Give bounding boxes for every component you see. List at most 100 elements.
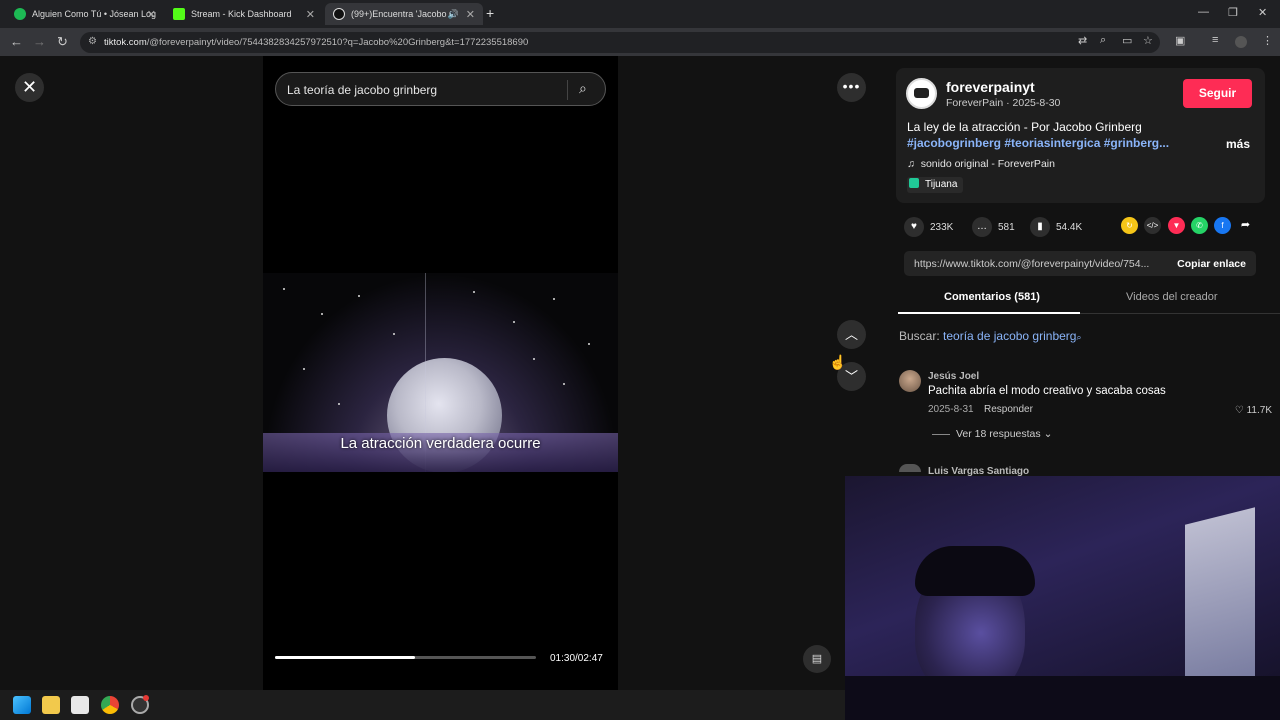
- back-icon[interactable]: ←: [10, 34, 23, 49]
- video-timecode: 01:30/02:47: [550, 653, 603, 664]
- share-link-url[interactable]: https://www.tiktok.com/@foreverpainyt/vi…: [914, 258, 1149, 270]
- star: [553, 298, 555, 300]
- tab-label: (99+)Encuentra 'Jacobo Gri: [351, 9, 451, 19]
- comment-avatar[interactable]: [899, 370, 921, 392]
- search-suggestion[interactable]: Buscar: teoría de jacobo grinberg⌕: [899, 329, 1082, 343]
- star: [321, 313, 323, 315]
- comment-author[interactable]: Jesús Joel: [928, 371, 979, 382]
- video-progress-bar[interactable]: [275, 656, 536, 659]
- tab-comments[interactable]: Comentarios (581): [944, 291, 1040, 303]
- browser-tab-bar: Alguien Como Tú • Jósean Log ✕ Stream - …: [0, 0, 1280, 28]
- close-tab-icon[interactable]: ✕: [147, 8, 156, 21]
- menu-icon[interactable]: ⋮: [1262, 34, 1273, 47]
- video-frame: La atracción verdadera ocurre: [263, 273, 618, 472]
- address-bar[interactable]: ⚙ tiktok.com/@foreverpainyt/video/754438…: [80, 32, 1160, 53]
- bookmark-star-icon[interactable]: ☆: [1143, 34, 1153, 47]
- expand-description-button[interactable]: más: [1226, 137, 1250, 151]
- search-bar[interactable]: La teoría de jacobo grinberg ⌕: [275, 72, 606, 106]
- browser-tab-kick[interactable]: Stream - Kick Dashboard ✕: [165, 3, 323, 25]
- close-tab-icon[interactable]: ✕: [306, 8, 315, 21]
- playlist-icon[interactable]: ≡: [1212, 34, 1218, 46]
- search-input[interactable]: La teoría de jacobo grinberg: [287, 83, 437, 97]
- search-suggestion-term[interactable]: teoría de jacobo grinberg: [943, 329, 1076, 343]
- music-note-icon: ♫: [907, 158, 915, 170]
- star: [473, 291, 475, 293]
- search-icon[interactable]: ⌕: [579, 80, 587, 97]
- search-divider: [567, 80, 568, 100]
- view-replies-label: Ver 18 respuestas: [956, 428, 1041, 440]
- floating-player-icon[interactable]: ▤: [803, 645, 831, 673]
- star: [393, 333, 395, 335]
- chevron-down-icon: ⌄: [1043, 428, 1053, 440]
- browser-tab-spotify[interactable]: Alguien Como Tú • Jósean Log ✕: [6, 3, 164, 25]
- chrome-icon[interactable]: [101, 696, 119, 714]
- search-suggestion-prefix: Buscar:: [899, 329, 940, 343]
- follow-button[interactable]: Seguir: [1183, 79, 1252, 108]
- app-icon[interactable]: [71, 696, 89, 714]
- previous-video-button[interactable]: ︿: [837, 320, 866, 349]
- translate-icon[interactable]: ⇄: [1078, 34, 1087, 47]
- creator-avatar[interactable]: [906, 78, 937, 109]
- copy-link-button[interactable]: Copiar enlace: [1177, 258, 1246, 270]
- zoom-icon[interactable]: ⌕: [1100, 34, 1106, 47]
- browser-toolbar: ← → ↻ ⚙ tiktok.com/@foreverpainyt/video/…: [0, 28, 1280, 56]
- new-tab-button[interactable]: +: [486, 5, 494, 21]
- reload-icon[interactable]: ↻: [57, 34, 68, 50]
- star: [358, 295, 360, 297]
- star: [283, 288, 285, 290]
- creator-username[interactable]: foreverpainyt: [946, 79, 1035, 95]
- embed-icon[interactable]: </>: [1144, 217, 1161, 234]
- send-to-friends-icon[interactable]: ▼: [1168, 217, 1185, 234]
- comment-count: 581: [998, 221, 1015, 233]
- profile-avatar[interactable]: [1235, 36, 1247, 48]
- url-path: /@foreverpainyt/video/754438283425797251…: [146, 37, 529, 48]
- creator-meta: ForeverPain · 2025-8-30: [946, 97, 1061, 109]
- tab-creator-videos[interactable]: Videos del creador: [1126, 291, 1218, 303]
- comment-avatar[interactable]: [899, 464, 921, 472]
- post-sound[interactable]: ♫ sonido original - ForeverPain: [907, 158, 1055, 170]
- windows-start-icon[interactable]: [13, 696, 31, 714]
- whatsapp-icon[interactable]: ✆: [1191, 217, 1208, 234]
- star: [338, 403, 340, 405]
- extensions-icon[interactable]: ▣: [1175, 34, 1185, 47]
- close-window-button[interactable]: ✕: [1258, 6, 1267, 19]
- screen: Alguien Como Tú • Jósean Log ✕ Stream - …: [0, 0, 1280, 720]
- share-link-box: https://www.tiktok.com/@foreverpainyt/vi…: [904, 251, 1256, 276]
- share-arrow-icon[interactable]: ➦: [1237, 217, 1254, 234]
- like-count: 233K: [930, 221, 954, 233]
- tiktok-icon: [333, 8, 345, 20]
- save-button[interactable]: ▮ 54.4K: [1030, 217, 1082, 237]
- forward-icon[interactable]: →: [33, 34, 46, 49]
- comment-button[interactable]: … 581: [972, 217, 1015, 237]
- comment-like-button[interactable]: ♡ 11.7K: [1235, 405, 1272, 416]
- cast-icon[interactable]: ▭: [1122, 34, 1132, 47]
- close-video-button[interactable]: ✕: [15, 73, 44, 102]
- speaker-icon[interactable]: 🔊: [448, 9, 459, 20]
- comment-icon: …: [972, 217, 992, 237]
- url-host: tiktok.com: [104, 37, 147, 48]
- location-label: Tijuana: [925, 179, 958, 190]
- view-replies-button[interactable]: Ver 18 respuestas ⌄: [932, 428, 1052, 440]
- star: [588, 343, 590, 345]
- location-tag[interactable]: Tijuana: [907, 177, 964, 193]
- notification-badge: [143, 695, 149, 701]
- save-count: 54.4K: [1056, 221, 1083, 233]
- close-tab-icon[interactable]: ✕: [466, 8, 475, 21]
- post-hashtags[interactable]: #jacobogrinberg #teoriasintergica #grinb…: [907, 136, 1169, 150]
- sound-label: sonido original - ForeverPain: [920, 158, 1055, 170]
- site-info-icon[interactable]: ⚙: [88, 36, 97, 47]
- browser-tab-tiktok[interactable]: (99+)Encuentra 'Jacobo Gri 🔊 ✕: [325, 3, 483, 25]
- kick-icon: [173, 8, 185, 20]
- desk-shadow: [845, 676, 1280, 720]
- restore-button[interactable]: ❐: [1228, 6, 1238, 19]
- more-options-button[interactable]: •••: [837, 73, 866, 102]
- minimize-button[interactable]: —: [1198, 6, 1209, 18]
- reply-button[interactable]: Responder: [984, 404, 1033, 415]
- facebook-icon[interactable]: f: [1214, 217, 1231, 234]
- file-explorer-icon[interactable]: [42, 696, 60, 714]
- like-button[interactable]: ♥ 233K: [904, 217, 953, 237]
- post-info-card: foreverpainyt ForeverPain · 2025-8-30 Se…: [896, 68, 1265, 203]
- search-small-icon: ⌕: [1076, 332, 1082, 342]
- repost-icon[interactable]: ↻: [1121, 217, 1138, 234]
- tab-label: Alguien Como Tú • Jósean Log: [32, 9, 156, 19]
